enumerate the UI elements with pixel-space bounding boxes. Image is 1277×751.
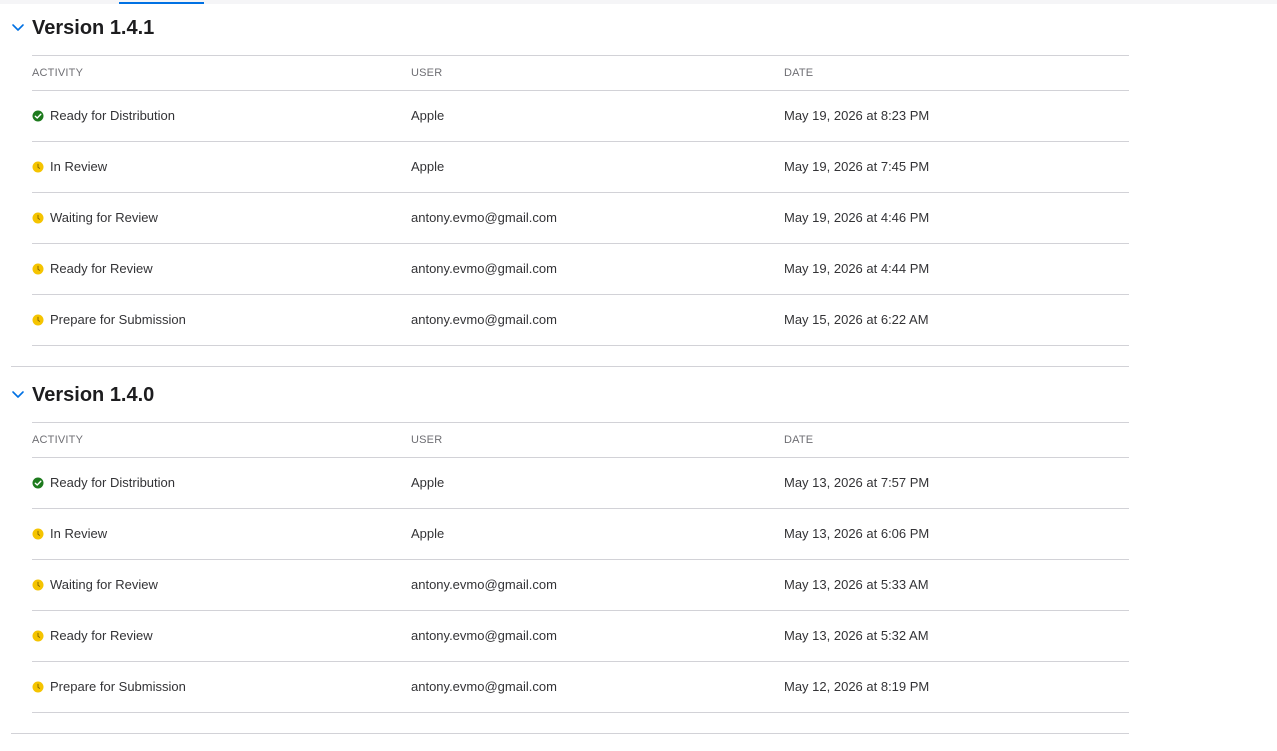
activity-cell: Waiting for Review (50, 210, 158, 225)
table-row: In Review Apple May 13, 2026 at 6:06 PM (32, 509, 1129, 560)
table-row: Ready for Review antony.evmo@gmail.com May… (32, 611, 1129, 662)
check-circle-icon (32, 110, 44, 122)
date-cell: May 19, 2026 at 4:46 PM (784, 210, 930, 225)
clock-circle-icon (32, 263, 44, 275)
user-cell: antony.evmo@gmail.com (411, 261, 557, 276)
activity-table: ACTIVITY USER DATE Ready for Distributio… (32, 55, 1129, 346)
user-cell: antony.evmo@gmail.com (411, 577, 557, 592)
table-row: Ready for Review antony.evmo@gmail.com May… (32, 244, 1129, 295)
version-title: Version 1.4.1 (32, 17, 155, 39)
clock-circle-icon (32, 161, 44, 173)
activity-cell: Ready for Review (50, 261, 153, 276)
chevron-down-icon[interactable] (11, 390, 25, 400)
version-section: Version 1.4.1 ACTIVITY USER DATE Ready f… (0, 4, 1129, 371)
date-cell: May 19, 2026 at 4:44 PM (784, 261, 930, 276)
column-header-user[interactable]: USER (411, 434, 442, 446)
table-row: Waiting for Review antony.evmo@gmail.com M… (32, 193, 1129, 244)
activity-table: ACTIVITY USER DATE Ready for Distributio… (32, 422, 1129, 713)
version-title: Version 1.4.0 (32, 384, 155, 406)
user-cell: Apple (411, 108, 445, 123)
activity-cell: Ready for Review (50, 628, 153, 643)
date-cell: May 13, 2026 at 5:32 AM (784, 628, 929, 643)
user-cell: Apple (411, 159, 445, 174)
clock-circle-icon (32, 630, 44, 642)
date-cell: May 12, 2026 at 8:19 PM (784, 679, 930, 694)
activity-cell: Ready for Distribution (50, 475, 175, 490)
version-header[interactable]: Version 1.4.0 (0, 371, 1129, 422)
check-circle-icon (32, 477, 44, 489)
table-body: Ready for Distribution Apple May 13, 2026 … (32, 458, 1129, 713)
column-header-activity[interactable]: ACTIVITY (32, 434, 83, 446)
clock-circle-icon (32, 528, 44, 540)
table-row: Waiting for Review antony.evmo@gmail.com M… (32, 560, 1129, 611)
user-cell: Apple (411, 526, 445, 541)
version-section: Version 1.4.0 ACTIVITY USER DATE Ready f… (0, 371, 1129, 738)
user-cell: antony.evmo@gmail.com (411, 679, 557, 694)
table-row: Ready for Distribution Apple May 19, 2026 … (32, 91, 1129, 142)
table-header: ACTIVITY USER DATE (32, 423, 1129, 458)
column-header-activity[interactable]: ACTIVITY (32, 67, 83, 79)
clock-circle-icon (32, 681, 44, 693)
clock-circle-icon (32, 314, 44, 326)
activity-cell: Waiting for Review (50, 577, 158, 592)
date-cell: May 13, 2026 at 7:57 PM (784, 475, 930, 490)
date-cell: May 19, 2026 at 7:45 PM (784, 159, 930, 174)
table-row: Ready for Distribution Apple May 13, 2026 … (32, 458, 1129, 509)
table-row: Prepare for Submission antony.evmo@gmail.… (32, 295, 1129, 346)
table-header: ACTIVITY USER DATE (32, 56, 1129, 91)
table-row: In Review Apple May 19, 2026 at 7:45 PM (32, 142, 1129, 193)
date-cell: May 13, 2026 at 6:06 PM (784, 526, 930, 541)
column-header-date[interactable]: DATE (784, 67, 813, 79)
clock-circle-icon (32, 212, 44, 224)
activity-cell: Ready for Distribution (50, 108, 175, 123)
section-divider (11, 366, 1129, 367)
column-header-user[interactable]: USER (411, 67, 442, 79)
user-cell: Apple (411, 475, 445, 490)
date-cell: May 13, 2026 at 5:33 AM (784, 577, 929, 592)
clock-circle-icon (32, 579, 44, 591)
version-history: Version 1.4.1 ACTIVITY USER DATE Ready f… (0, 4, 1277, 738)
section-divider (11, 733, 1129, 734)
user-cell: antony.evmo@gmail.com (411, 210, 557, 225)
table-body: Ready for Distribution Apple May 19, 2026 … (32, 91, 1129, 346)
activity-cell: Prepare for Submission (50, 312, 186, 327)
date-cell: May 19, 2026 at 8:23 PM (784, 108, 930, 123)
column-header-date[interactable]: DATE (784, 434, 813, 446)
date-cell: May 15, 2026 at 6:22 AM (784, 312, 929, 327)
activity-cell: Prepare for Submission (50, 679, 186, 694)
user-cell: antony.evmo@gmail.com (411, 628, 557, 643)
activity-cell: In Review (50, 159, 108, 174)
chevron-down-icon[interactable] (11, 23, 25, 33)
user-cell: antony.evmo@gmail.com (411, 312, 557, 327)
version-header[interactable]: Version 1.4.1 (0, 4, 1129, 55)
activity-cell: In Review (50, 526, 108, 541)
table-row: Prepare for Submission antony.evmo@gmail.… (32, 662, 1129, 713)
